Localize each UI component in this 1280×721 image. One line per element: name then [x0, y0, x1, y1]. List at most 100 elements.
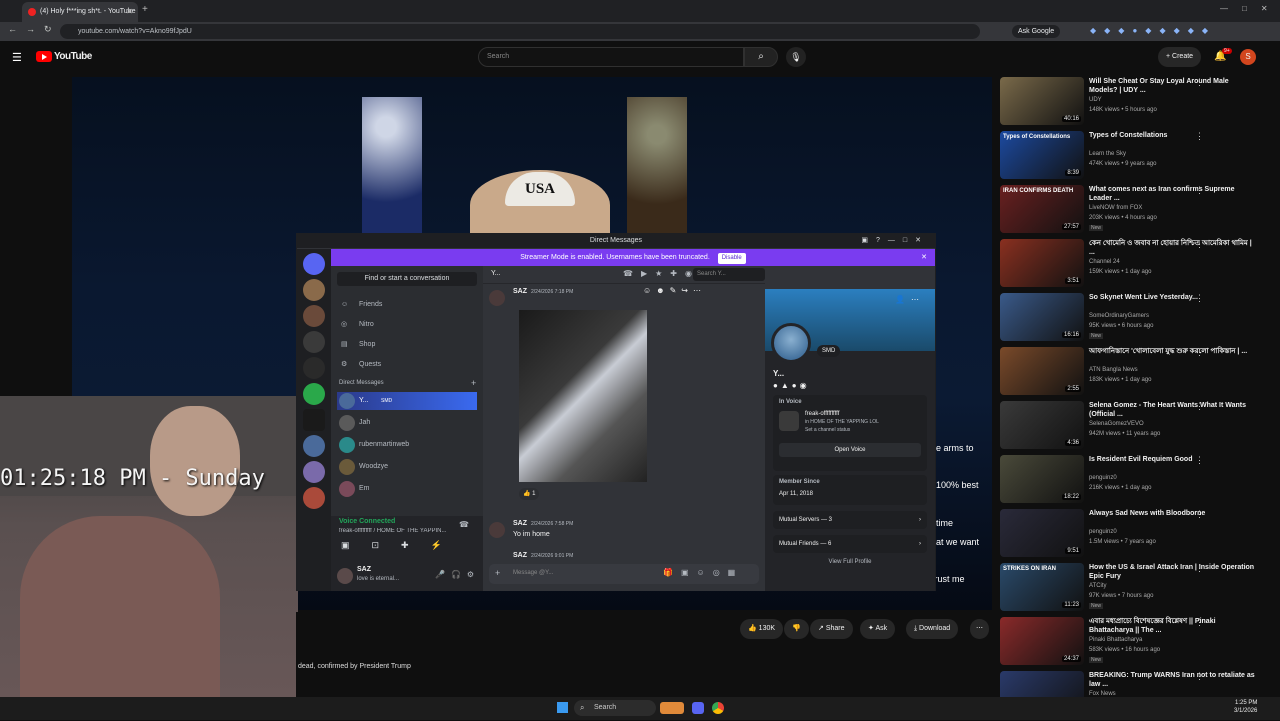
microphone-icon[interactable]: 🎙 [786, 47, 806, 67]
recommendation-title[interactable]: Types of Constellations [1089, 131, 1259, 140]
more-actions-icon[interactable]: ⋯ [970, 619, 989, 639]
recommendation-channel[interactable]: Learn the Sky [1089, 151, 1126, 157]
server-icon[interactable] [303, 357, 325, 379]
server-icon[interactable] [303, 487, 325, 509]
more-options-icon[interactable]: ⋮ [1195, 185, 1204, 196]
chat-header-icons[interactable]: ☎▶★✚◉ [623, 269, 700, 278]
more-options-icon[interactable]: ⋮ [1195, 239, 1204, 250]
set-channel-status[interactable]: Set a channel status [805, 427, 850, 433]
message-input-box[interactable]: + Message @Y... 🎁▣☺◎▦ [489, 564, 759, 584]
more-options-icon[interactable]: ⋮ [1195, 293, 1204, 304]
recommendation-channel[interactable]: penguinz0 [1089, 475, 1117, 481]
chat-search-input[interactable]: Search Y... [693, 268, 765, 281]
like-button[interactable]: 👍 130K [740, 619, 784, 639]
more-options-icon[interactable]: ⋮ [1195, 401, 1204, 412]
more-options-icon[interactable]: ⋮ [1195, 509, 1204, 520]
disable-streamer-mode-button[interactable]: Disable [717, 253, 746, 264]
nav-friends[interactable]: ☺ Friends [337, 296, 477, 314]
message-input[interactable]: Message @Y... [513, 570, 553, 576]
window-controls[interactable]: —□✕ [1220, 4, 1280, 13]
browser-tab-active[interactable]: (4) Holy f***ing sh*t. - YouTube ✕ [22, 2, 138, 22]
dislike-icon[interactable]: 👎 [784, 619, 809, 639]
view-full-profile-link[interactable]: View Full Profile [765, 559, 935, 565]
more-options-icon[interactable]: ⋮ [1195, 131, 1204, 142]
create-button[interactable]: + Create [1158, 47, 1202, 67]
youtube-logo-icon[interactable] [36, 51, 52, 62]
recommendation-channel[interactable]: penguinz0 [1089, 529, 1117, 535]
recommendation-title[interactable]: Selena Gomez - The Heart Wants What It W… [1089, 401, 1259, 419]
more-options-icon[interactable]: ⋮ [1195, 455, 1204, 466]
back-icon[interactable]: ← [8, 24, 17, 34]
recommendation-title[interactable]: Will She Cheat Or Stay Loyal Around Male… [1089, 77, 1259, 95]
profile-banner-icons[interactable]: 👤⋯ [895, 295, 925, 304]
recommendation-title[interactable]: আফগানিস্তানে 'খোলাবেলা যুদ্ধ শুরু করলো প… [1089, 347, 1259, 356]
recommendation-thumbnail[interactable]: 16:16 [1000, 293, 1084, 341]
more-options-icon[interactable]: ⋮ [1195, 671, 1204, 682]
ask-button[interactable]: ✦ Ask [860, 619, 896, 639]
server-icon[interactable] [303, 435, 325, 457]
user-controls-icons[interactable]: 🎤🎧⚙ [435, 570, 480, 579]
server-icon[interactable] [303, 279, 325, 301]
recommendation-title[interactable]: কেন খোমেনি ও জবাব না হোয়ার নিশ্চিত আমের… [1089, 239, 1259, 257]
recommendation-title[interactable]: BREAKING: Trump WARNS Iran not to retali… [1089, 671, 1259, 689]
recommendation-thumbnail[interactable]: 24:37 [1000, 617, 1084, 665]
server-icon[interactable] [303, 409, 325, 431]
disconnect-icon[interactable]: ☎ [459, 520, 469, 529]
recommendation-item[interactable]: 40:16 Will She Cheat Or Stay Loyal Around… [1000, 77, 1280, 127]
extension-icons[interactable]: ◆◆◆●◆◆◆◆◆ [1090, 26, 1216, 35]
nav-nitro[interactable]: ◎ Nitro [337, 316, 477, 334]
server-icon[interactable] [303, 331, 325, 353]
discord-window-controls[interactable]: ▣?—□✕ [861, 234, 929, 248]
recommendation-title[interactable]: Is Resident Evil Requiem Good [1089, 455, 1259, 464]
recommendation-title[interactable]: Always Sad News with Bloodborne [1089, 509, 1259, 518]
new-tab-icon[interactable]: + [142, 4, 148, 15]
recommendation-item[interactable]: 18:22 Is Resident Evil Requiem Good pengui… [1000, 455, 1280, 505]
discord-home-icon[interactable] [303, 253, 325, 275]
recommendation-channel[interactable]: ATCity [1089, 583, 1107, 589]
reload-icon[interactable]: ↻ [44, 24, 52, 35]
open-voice-button[interactable]: Open Voice [779, 443, 921, 457]
recommendation-channel[interactable]: Pinaki Bhattacharya [1089, 637, 1142, 643]
account-avatar[interactable]: S [1240, 49, 1256, 65]
recommendation-channel[interactable]: UDY [1089, 97, 1102, 103]
tab-close-icon[interactable]: ✕ [126, 2, 133, 22]
recommendation-item[interactable]: 9:51 Always Sad News with Bloodborne pengu… [1000, 509, 1280, 559]
recommendation-title[interactable]: এবার মধ্যপ্রাচ্যে বিশেষজ্ঞের বিশ্লেষণ ||… [1089, 617, 1259, 635]
banner-close-icon[interactable]: ✕ [921, 249, 927, 266]
server-icon[interactable] [303, 305, 325, 327]
more-options-icon[interactable]: ⋮ [1195, 77, 1204, 88]
attach-icon[interactable]: + [495, 568, 500, 578]
recommendation-thumbnail[interactable]: Types of Constellations 8:39 [1000, 131, 1084, 179]
voice-action-icons[interactable]: ▣⊡✚⚡ [341, 540, 481, 551]
recommendation-channel[interactable]: SelenaGomezVEVO [1089, 421, 1144, 427]
more-options-icon[interactable]: ⋮ [1195, 347, 1204, 358]
mutual-servers-row[interactable]: Mutual Servers — 3 › [773, 511, 927, 529]
recommendation-item[interactable]: STRIKES ON IRAN 11:23 How the US & Israel … [1000, 563, 1280, 613]
recommendation-item[interactable]: Types of Constellations 8:39 Types of Cons… [1000, 131, 1280, 181]
menu-icon[interactable]: ☰ [12, 51, 22, 64]
more-options-icon[interactable]: ⋮ [1195, 617, 1204, 628]
search-icon[interactable]: ⌕ [744, 47, 778, 67]
url-input[interactable]: youtube.com/watch?v=Akno99fJpdU [60, 24, 980, 39]
taskbar-search[interactable]: ⌕ Search [574, 700, 656, 716]
more-options-icon[interactable]: ⋮ [1195, 563, 1204, 574]
find-conversation-input[interactable]: Find or start a conversation [337, 272, 477, 286]
user-avatar[interactable] [337, 568, 353, 584]
discord-taskbar-icon[interactable] [692, 702, 704, 714]
chrome-taskbar-icon[interactable] [712, 702, 724, 714]
recommendation-thumbnail[interactable]: 2:55 [1000, 347, 1084, 395]
server-icon[interactable] [303, 383, 325, 405]
profile-avatar[interactable] [771, 323, 811, 363]
message-image-attachment[interactable] [519, 310, 647, 482]
server-icon[interactable] [303, 461, 325, 483]
taskbar-widget-icon[interactable] [660, 702, 684, 714]
nav-quests[interactable]: ⚙ Quests [337, 356, 477, 374]
recommendation-item[interactable]: IRAN CONFIRMS DEATH 27:57 What comes next … [1000, 185, 1280, 235]
recommendation-thumbnail[interactable]: 3:51 [1000, 239, 1084, 287]
recommendation-item[interactable]: 4:36 Selena Gomez - The Heart Wants What … [1000, 401, 1280, 451]
recommendation-channel[interactable]: LiveNOW from FOX [1089, 205, 1142, 211]
recommendation-item[interactable]: 2:55 আফগানিস্তানে 'খোলাবেলা যুদ্ধ শুরু কর… [1000, 347, 1280, 397]
recommendation-thumbnail[interactable]: STRIKES ON IRAN 11:23 [1000, 563, 1084, 611]
recommendation-item[interactable]: 24:37 এবার মধ্যপ্রাচ্যে বিশেষজ্ঞের বিশ্লে… [1000, 617, 1280, 667]
download-button[interactable]: ⤓ Download [906, 619, 959, 639]
